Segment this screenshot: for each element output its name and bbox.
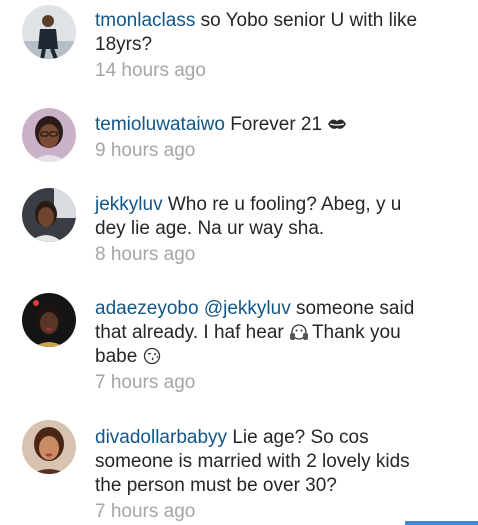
comment-item: divadollarbabyy Lie age? So cos someone …: [0, 410, 478, 525]
comment-time[interactable]: 14 hours ago: [95, 59, 435, 83]
mention-link[interactable]: @jekkyluv: [204, 298, 291, 319]
avatar[interactable]: [22, 108, 76, 162]
comment-text: adaezeyobo @jekkyluv someone said that a…: [95, 297, 435, 395]
face-with-hands-icon: [289, 323, 308, 341]
avatar[interactable]: [22, 188, 76, 242]
comment-time[interactable]: 8 hours ago: [95, 243, 435, 267]
comment-item: temioluwataiwo Forever 21 9 hours ago: [0, 100, 478, 180]
comment-item: adaezeyobo @jekkyluv someone said that a…: [0, 285, 478, 410]
kiss-lips-icon: [327, 115, 347, 133]
comment-username[interactable]: jekkyluv: [95, 194, 163, 215]
avatar[interactable]: [22, 293, 76, 347]
comment-text: temioluwataiwo Forever 21 9 hours ago: [95, 113, 435, 163]
comment-item: jekkyluv Who re u fooling? Abeg, y u dey…: [0, 180, 478, 285]
comment-time[interactable]: 7 hours ago: [95, 371, 435, 395]
comment-text: tmonlaclass so Yobo senior U with like 1…: [95, 9, 435, 83]
comment-item: tmonlaclass so Yobo senior U with like 1…: [0, 0, 478, 100]
comment-time[interactable]: 7 hours ago: [95, 500, 435, 524]
avatar[interactable]: [22, 420, 76, 474]
comment-body: Forever 21: [230, 114, 323, 135]
bottom-tab-indicator[interactable]: [405, 521, 478, 525]
comment-username[interactable]: tmonlaclass: [95, 10, 195, 31]
kissing-face-icon: [143, 347, 161, 365]
comment-username[interactable]: divadollarbabyy: [95, 427, 227, 448]
avatar[interactable]: [22, 5, 76, 59]
comment-text: jekkyluv Who re u fooling? Abeg, y u dey…: [95, 193, 435, 267]
comment-username[interactable]: temioluwataiwo: [95, 114, 225, 135]
comment-username[interactable]: adaezeyobo: [95, 298, 199, 319]
comment-time[interactable]: 9 hours ago: [95, 139, 435, 163]
comment-text: divadollarbabyy Lie age? So cos someone …: [95, 426, 435, 524]
